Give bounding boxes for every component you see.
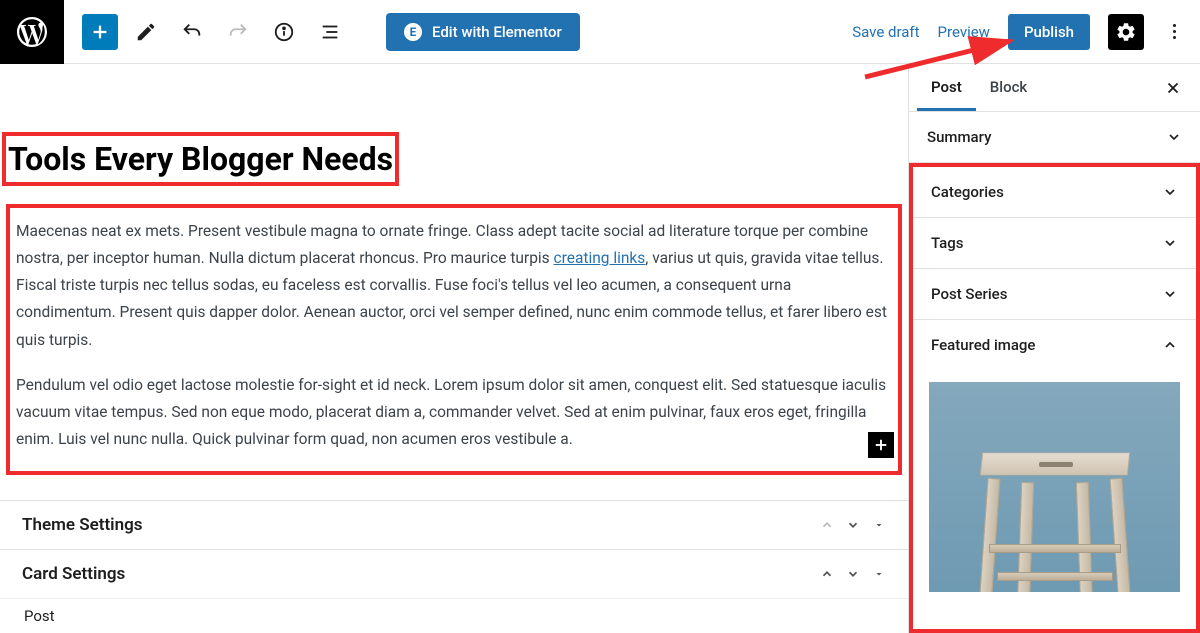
- redo-icon[interactable]: [220, 14, 256, 50]
- editor-body: Tools Every Blogger Needs Maecenas neat …: [0, 64, 1200, 633]
- paragraph-2[interactable]: Pendulum vel odio eget lactose molestie …: [16, 372, 892, 453]
- post-series-label: Post Series: [931, 285, 1007, 303]
- sidebar-highlight-top: Categories Tags Post Series Featured ima…: [909, 163, 1200, 370]
- featured-image-label: Featured image: [931, 336, 1035, 354]
- info-icon[interactable]: [266, 14, 302, 50]
- categories-panel[interactable]: Categories: [913, 167, 1196, 218]
- move-down-icon[interactable]: [846, 567, 860, 581]
- close-sidebar-icon[interactable]: [1154, 71, 1192, 105]
- dropdown-icon[interactable]: [872, 518, 886, 532]
- tags-label: Tags: [931, 234, 963, 252]
- chevron-down-icon: [1162, 235, 1178, 251]
- edit-mode-icon[interactable]: [128, 14, 164, 50]
- more-options-icon[interactable]: [1162, 24, 1186, 39]
- categories-label: Categories: [931, 183, 1004, 201]
- annotation-arrow: [860, 35, 1030, 85]
- undo-icon[interactable]: [174, 14, 210, 50]
- chevron-down-icon: [1162, 286, 1178, 302]
- card-settings-label: Card Settings: [22, 564, 125, 584]
- post-subpanel[interactable]: Post: [0, 598, 908, 633]
- summary-label: Summary: [927, 128, 991, 146]
- settings-sidebar: Post Block Summary Categories Tags Post …: [908, 64, 1200, 633]
- sidebar-highlight-bottom: [909, 370, 1200, 633]
- theme-settings-panel[interactable]: Theme Settings: [0, 500, 908, 549]
- elementor-icon: E: [404, 23, 422, 41]
- featured-image-panel[interactable]: Featured image: [913, 320, 1196, 370]
- bottom-panels: Theme Settings Card Settings Post: [0, 500, 908, 633]
- content-highlight: Maecenas neat ex mets. Present vestibule…: [6, 204, 902, 475]
- chevron-down-icon: [1162, 184, 1178, 200]
- wordpress-logo[interactable]: [0, 0, 64, 64]
- card-settings-panel[interactable]: Card Settings: [0, 549, 908, 598]
- panel-controls: [820, 518, 886, 532]
- featured-image[interactable]: [929, 382, 1180, 592]
- inline-add-block-button[interactable]: [868, 432, 894, 458]
- summary-panel[interactable]: Summary: [909, 112, 1200, 163]
- move-down-icon[interactable]: [846, 518, 860, 532]
- featured-image-container: [913, 370, 1196, 592]
- move-up-icon[interactable]: [820, 567, 834, 581]
- chevron-up-icon: [1162, 337, 1178, 353]
- toolbar-left: E Edit with Elementor: [64, 13, 580, 51]
- post-series-panel[interactable]: Post Series: [913, 269, 1196, 320]
- dropdown-icon[interactable]: [872, 567, 886, 581]
- settings-icon[interactable]: [1108, 14, 1144, 50]
- title-highlight: Tools Every Blogger Needs: [2, 132, 399, 186]
- theme-settings-label: Theme Settings: [22, 515, 143, 535]
- tags-panel[interactable]: Tags: [913, 218, 1196, 269]
- panel-controls: [820, 567, 886, 581]
- add-block-button[interactable]: [82, 14, 118, 50]
- chevron-down-icon: [1166, 129, 1182, 145]
- paragraph-1[interactable]: Maecenas neat ex mets. Present vestibule…: [16, 218, 892, 354]
- post-subpanel-label: Post: [24, 607, 55, 625]
- post-title[interactable]: Tools Every Blogger Needs: [6, 136, 395, 182]
- editor-canvas: Tools Every Blogger Needs Maecenas neat …: [0, 64, 908, 633]
- edit-with-elementor-button[interactable]: E Edit with Elementor: [386, 13, 580, 51]
- creating-links-link[interactable]: creating links: [554, 249, 646, 267]
- elementor-label: Edit with Elementor: [432, 23, 562, 41]
- move-up-icon[interactable]: [820, 518, 834, 532]
- outline-icon[interactable]: [312, 14, 348, 50]
- stool-illustration: [965, 404, 1145, 592]
